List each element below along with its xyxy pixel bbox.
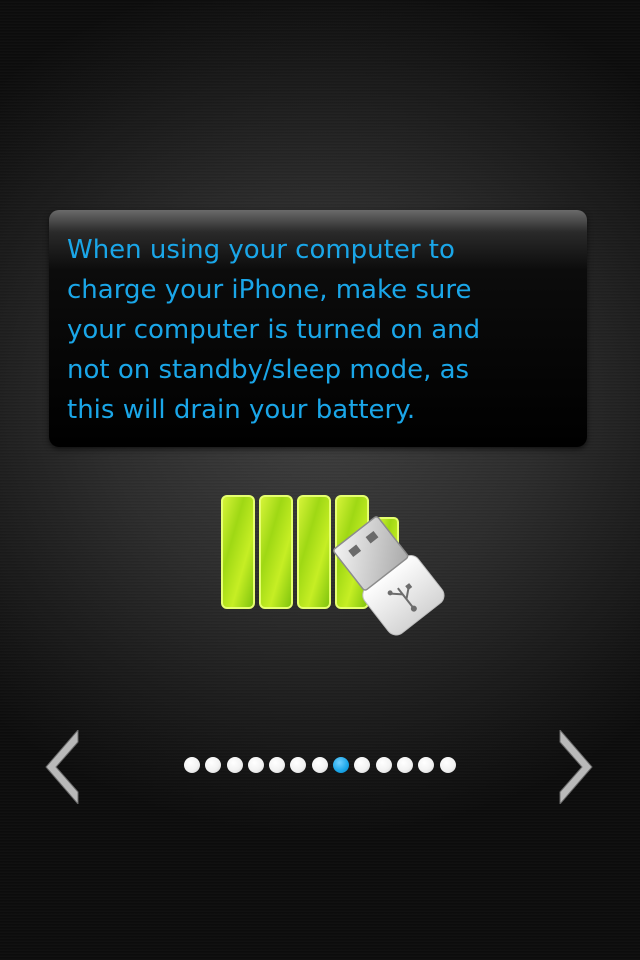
page-dot[interactable] bbox=[354, 757, 371, 773]
tip-card: When using your computer to charge your … bbox=[49, 210, 587, 447]
page-dot[interactable] bbox=[439, 757, 456, 773]
page-dot[interactable] bbox=[396, 757, 413, 773]
page-dot[interactable] bbox=[269, 757, 286, 773]
tip-text: When using your computer to charge your … bbox=[67, 235, 481, 425]
page-dot[interactable] bbox=[290, 757, 307, 773]
battery-cell bbox=[221, 495, 255, 609]
page-dot[interactable] bbox=[418, 757, 435, 773]
page-dot[interactable] bbox=[205, 757, 222, 773]
page-indicator bbox=[184, 757, 456, 773]
page-dot[interactable] bbox=[375, 757, 392, 773]
chevron-left-icon[interactable] bbox=[42, 730, 82, 804]
page-dot[interactable] bbox=[226, 757, 243, 773]
page-dot-active[interactable] bbox=[333, 757, 350, 773]
page-dot[interactable] bbox=[247, 757, 264, 773]
chevron-right-icon[interactable] bbox=[556, 730, 596, 804]
tips-screen: { "tip": { "text": "When using your comp… bbox=[0, 0, 640, 960]
page-dot[interactable] bbox=[311, 757, 328, 773]
battery-charging-illustration bbox=[221, 495, 445, 636]
page-dot[interactable] bbox=[184, 757, 200, 773]
battery-cell bbox=[259, 495, 293, 609]
battery-cell bbox=[297, 495, 331, 609]
background-texture bbox=[0, 0, 640, 960]
